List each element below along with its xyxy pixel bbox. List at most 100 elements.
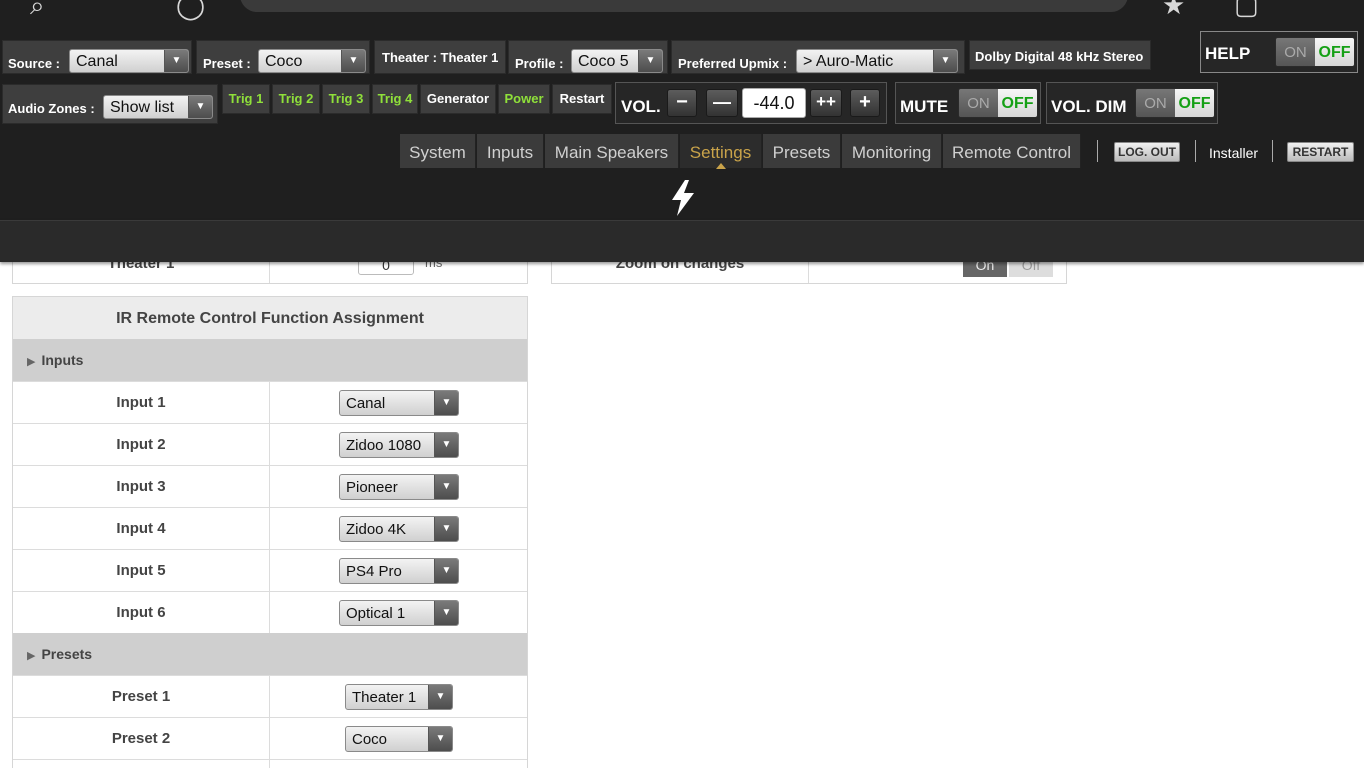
vol-dim-on: ON [1136, 89, 1175, 117]
trig-4-button[interactable]: Trig 4 [372, 84, 418, 114]
search-icon[interactable]: ⌕ [30, 0, 45, 18]
user-label: Installer [1209, 145, 1259, 161]
volume-up-big-button[interactable]: ++ [810, 89, 842, 117]
stream-info-text: Dolby Digital 48 kHz Stereo [975, 49, 1144, 64]
tab-monitoring[interactable]: Monitoring [842, 134, 942, 168]
subheader-bar [0, 220, 1364, 262]
input-4-select[interactable]: Zidoo 4K ▼ [339, 516, 459, 542]
trig-3-button[interactable]: Trig 3 [322, 84, 370, 114]
restart-trigger-button[interactable]: Restart [552, 84, 612, 114]
mute-on: ON [959, 89, 998, 117]
input-5-value: PS4 Pro [346, 563, 402, 580]
chevron-down-icon: ▼ [341, 50, 365, 72]
chevron-down-icon: ▼ [164, 50, 188, 72]
table-row: Input 1 Canal ▼ [13, 381, 527, 423]
volume-down-button[interactable]: − [667, 89, 697, 117]
reload-icon[interactable]: ◯ [176, 0, 205, 18]
chevron-down-icon: ▼ [428, 685, 452, 709]
tabs-icon[interactable]: ▢ [1234, 0, 1259, 18]
upmix-value: > Auro-Matic [803, 53, 894, 70]
volume-value[interactable]: -44.0 [742, 88, 806, 118]
input-6-label: Input 6 [13, 592, 270, 633]
preset-3-label [13, 760, 270, 768]
table-row: Preset 2 Coco ▼ [13, 717, 527, 759]
input-3-select[interactable]: Pioneer ▼ [339, 474, 459, 500]
tab-presets[interactable]: Presets [763, 134, 841, 168]
input-5-label: Input 5 [13, 550, 270, 591]
preset-label: Preset : [203, 56, 251, 71]
table-row: Input 5 PS4 Pro ▼ [13, 549, 527, 591]
source-control: Source : Canal ▼ [2, 40, 192, 74]
ir-panel-title: IR Remote Control Function Assignment [13, 297, 527, 339]
upmix-label: Preferred Upmix : [678, 56, 788, 71]
help-control: HELP ON OFF [1200, 31, 1358, 73]
bookmark-star-icon[interactable]: ★ [1162, 0, 1185, 18]
input-1-label: Input 1 [13, 382, 270, 423]
source-value: Canal [76, 53, 118, 70]
profile-label: Profile : [515, 56, 564, 71]
input-4-value: Zidoo 4K [346, 521, 407, 538]
upmix-select[interactable]: > Auro-Matic ▼ [796, 49, 958, 73]
triangle-right-icon: ▶ [27, 356, 36, 368]
mute-toggle[interactable]: ON OFF [958, 88, 1038, 118]
input-6-select[interactable]: Optical 1 ▼ [339, 600, 459, 626]
volume-label: VOL. [621, 97, 661, 116]
restart-button[interactable]: RESTART [1287, 142, 1354, 162]
audio-zones-value: Show list [110, 99, 175, 116]
audio-zones-select[interactable]: Show list ▼ [103, 95, 213, 119]
tab-settings[interactable]: Settings [680, 134, 762, 169]
theater-display: Theater : Theater 1 [374, 40, 506, 74]
table-row: Input 2 Zidoo 1080 ▼ [13, 423, 527, 465]
profile-select[interactable]: Coco 5 ▼ [571, 49, 663, 73]
table-row: Preset 1 Theater 1 ▼ [13, 675, 527, 717]
input-4-label: Input 4 [13, 508, 270, 549]
audio-zones-control: Audio Zones : Show list ▼ [2, 84, 218, 124]
inputs-section-header[interactable]: ▶ Inputs [13, 339, 527, 381]
trig-2-button[interactable]: Trig 2 [272, 84, 320, 114]
input-2-value: Zidoo 1080 [346, 437, 422, 454]
input-5-select[interactable]: PS4 Pro ▼ [339, 558, 459, 584]
tab-remote-control[interactable]: Remote Control [943, 134, 1081, 168]
table-row: Input 3 Pioneer ▼ [13, 465, 527, 507]
help-label: HELP [1205, 44, 1251, 63]
help-toggle[interactable]: ON OFF [1275, 37, 1355, 67]
preset-select[interactable]: Coco ▼ [258, 49, 366, 73]
ir-remote-panel: IR Remote Control Function Assignment ▶ I… [12, 296, 528, 768]
table-row: Input 4 Zidoo 4K ▼ [13, 507, 527, 549]
audio-zones-label: Audio Zones : [8, 101, 95, 116]
chevron-down-icon: ▼ [933, 50, 957, 72]
preset-value: Coco [265, 53, 303, 70]
chevron-down-icon: ▼ [434, 433, 458, 457]
input-2-select[interactable]: Zidoo 1080 ▼ [339, 432, 459, 458]
trig-1-button[interactable]: Trig 1 [222, 84, 270, 114]
logout-button[interactable]: LOG. OUT [1114, 142, 1180, 162]
upmix-control: Preferred Upmix : > Auro-Matic ▼ [671, 40, 965, 74]
control-header: Source : Canal ▼ Preset : Coco ▼ Theater… [0, 26, 1364, 220]
volume-down-big-button[interactable]: — [706, 89, 738, 117]
input-3-value: Pioneer [346, 479, 398, 496]
volume-up-button[interactable]: + [850, 89, 880, 117]
generator-button[interactable]: Generator [420, 84, 496, 114]
help-on: ON [1276, 38, 1315, 66]
vol-dim-toggle[interactable]: ON OFF [1135, 88, 1215, 118]
app-root: ⌕ ◯ ★ ▢ Source : Canal ▼ Preset : Coco ▼… [0, 0, 1364, 768]
preset-2-value: Coco [352, 731, 388, 748]
tab-inputs[interactable]: Inputs [477, 134, 544, 168]
source-select[interactable]: Canal ▼ [69, 49, 189, 73]
profile-value: Coco 5 [578, 53, 629, 70]
power-button[interactable]: Power [498, 84, 550, 114]
theater-label: Theater : Theater 1 [382, 50, 499, 65]
presets-section-label: Presets [41, 646, 93, 662]
preset-1-label: Preset 1 [13, 676, 270, 717]
chevron-down-icon: ▼ [428, 727, 452, 751]
preset-control: Preset : Coco ▼ [196, 40, 370, 74]
chevron-down-icon: ▼ [434, 559, 458, 583]
input-1-select[interactable]: Canal ▼ [339, 390, 459, 416]
chevron-down-icon: ▼ [434, 475, 458, 499]
tab-main-speakers[interactable]: Main Speakers [545, 134, 679, 168]
preset-1-select[interactable]: Theater 1 ▼ [345, 684, 453, 710]
presets-section-header[interactable]: ▶ Presets [13, 633, 527, 675]
address-bar[interactable] [240, 0, 1128, 12]
preset-2-select[interactable]: Coco ▼ [345, 726, 453, 752]
tab-system[interactable]: System [400, 134, 476, 168]
